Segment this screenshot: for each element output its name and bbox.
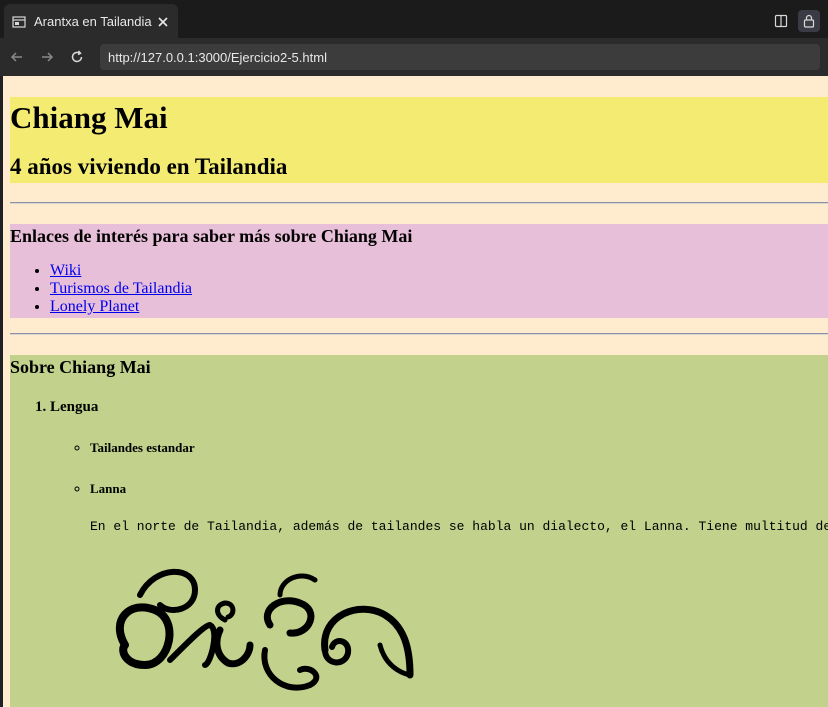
back-arrow-icon[interactable] [4, 44, 30, 70]
tab-title: Arantxa en Tailandia [34, 13, 152, 29]
tab-bar: Arantxa en Tailandia [0, 0, 828, 38]
links-section: Enlaces de interés para saber más sobre … [10, 224, 828, 318]
list-item: Turismos de Tailandia [50, 280, 192, 298]
about-heading: Sobre Chiang Mai [10, 357, 151, 377]
links-list: Wiki Turismos de Tailandia Lonely Planet [50, 262, 192, 316]
list-item: Lanna [90, 481, 126, 497]
links-heading: Enlaces de interés para saber más sobre … [10, 226, 413, 246]
page-subtitle: 4 años viviendo en Tailandia [10, 154, 288, 179]
sub-list: Tailandes estandar [90, 440, 195, 456]
browser-tab[interactable]: Arantxa en Tailandia [4, 4, 178, 38]
link-wiki[interactable]: Wiki [50, 262, 81, 279]
about-section: Sobre Chiang Mai Lengua Tailandes estand… [10, 355, 828, 707]
url-input[interactable] [106, 48, 820, 66]
reload-icon[interactable] [64, 44, 90, 70]
lock-icon[interactable] [798, 10, 820, 32]
list-item: Tailandes estandar [90, 440, 195, 456]
close-icon[interactable] [156, 14, 170, 28]
divider [10, 202, 828, 204]
split-screen-icon[interactable] [770, 10, 792, 32]
page-viewport: Chiang Mai 4 años viviendo en Tailandia … [3, 76, 828, 707]
divider [10, 333, 828, 335]
navigation-bar [0, 38, 828, 76]
link-turismos[interactable]: Turismos de Tailandia [50, 280, 192, 297]
about-list: Lengua [50, 399, 98, 416]
header-section: Chiang Mai 4 años viviendo en Tailandia [10, 97, 828, 183]
browser-chrome: Arantxa en Tailandia [0, 0, 828, 76]
list-item: Lonely Planet [50, 298, 192, 316]
list-item-lengua: Lengua [50, 399, 98, 416]
page-icon [12, 14, 26, 28]
forward-arrow-icon[interactable] [34, 44, 60, 70]
sub-list: Lanna [90, 481, 126, 497]
item-label: Lengua [50, 399, 99, 415]
list-item: Wiki [50, 262, 192, 280]
lanna-description: En el norte de Tailandia, además de tail… [90, 519, 828, 534]
lanna-script-image [115, 568, 414, 691]
link-lonely-planet[interactable]: Lonely Planet [50, 298, 139, 315]
page-title: Chiang Mai [10, 100, 168, 135]
window-buttons [770, 10, 820, 32]
address-bar[interactable] [100, 44, 820, 70]
